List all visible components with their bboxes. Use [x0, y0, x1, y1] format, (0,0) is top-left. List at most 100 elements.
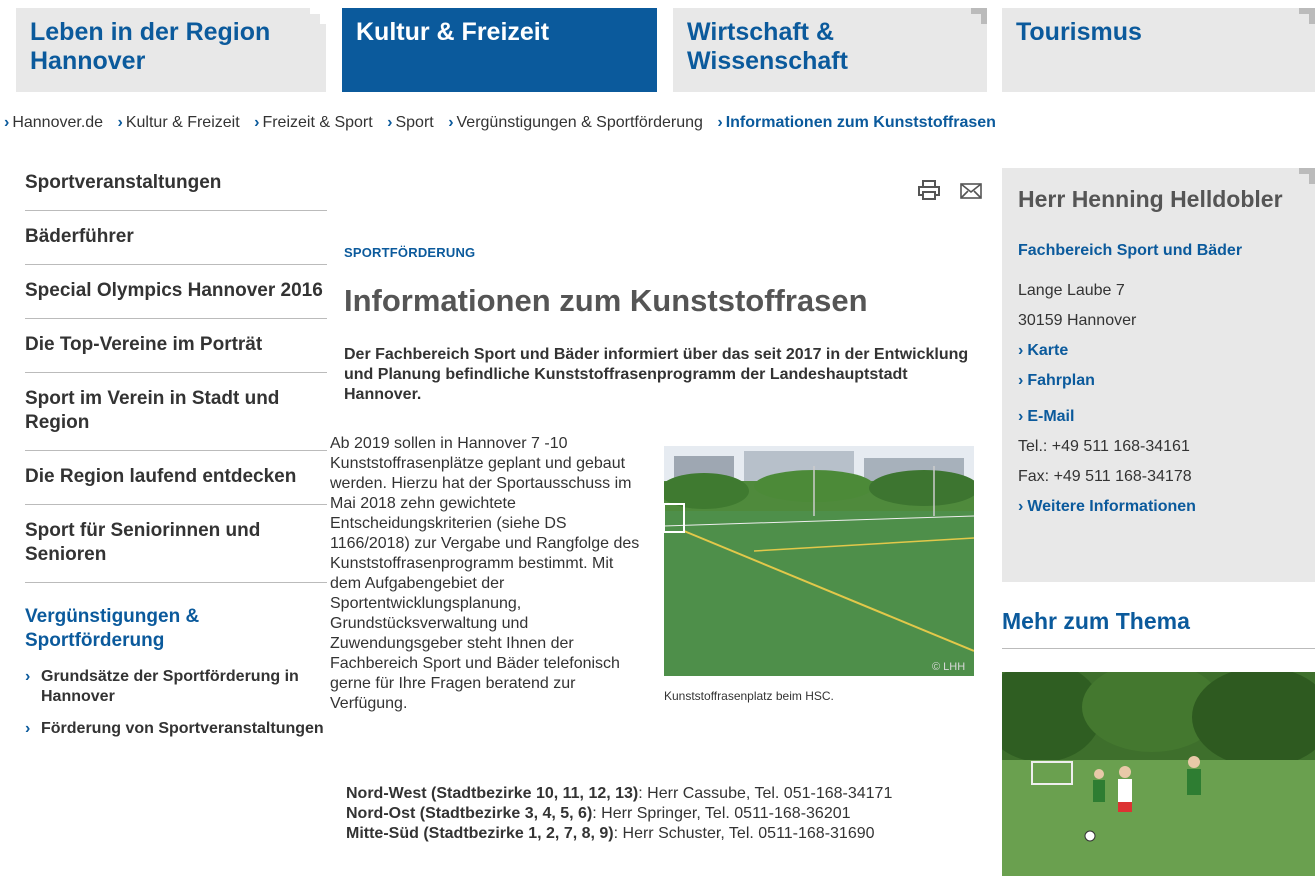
sidebar-item-baederfuehrer[interactable]: Bäderführer	[25, 211, 327, 265]
divider	[1002, 648, 1315, 649]
sidebar-item-label: Sportveranstaltungen	[25, 172, 222, 193]
chevron-right-icon: ›	[1018, 408, 1024, 425]
chevron-right-icon: ›	[448, 114, 454, 131]
contact-details: : Herr Schuster, Tel. 0511-168-31690	[613, 825, 875, 842]
sidebar-item-region-laufend[interactable]: Die Region laufend entdecken	[25, 451, 327, 505]
sidebar-item-label: Sport für Seniorinnen und Senioren	[25, 520, 261, 565]
chevron-right-icon: ›	[254, 114, 260, 131]
sidebar-item-sport-im-verein[interactable]: Sport im Verein in Stadt und Region	[25, 373, 327, 451]
topnav-label: Kultur & Freizeit	[356, 18, 550, 46]
contact-department[interactable]: Fachbereich Sport und Bäder	[1018, 242, 1299, 260]
chevron-right-icon: ›	[1018, 342, 1024, 359]
sidebar-item-special-olympics[interactable]: Special Olympics Hannover 2016	[25, 265, 327, 319]
contact-region: Nord-West (Stadtbezirke 10, 11, 12, 13)	[346, 785, 639, 802]
sidebar-item-senioren[interactable]: Sport für Seniorinnen und Senioren	[25, 505, 327, 583]
topnav-label: Hannover	[30, 47, 146, 75]
map-link[interactable]: › Karte	[1018, 336, 1299, 366]
chevron-right-icon: ›	[1018, 498, 1024, 515]
football-teaser-photo[interactable]	[1002, 672, 1315, 876]
breadcrumb-item[interactable]: › Hannover.de	[4, 114, 103, 132]
contact-region: Mitte-Süd (Stadtbezirke 1, 2, 7, 8, 9)	[346, 825, 614, 842]
topnav-kultur-freizeit[interactable]: Kultur & Freizeit	[342, 8, 657, 92]
contact-details: : Herr Cassube, Tel. 051-168-34171	[638, 785, 893, 802]
topnav-wirtschaft-wissenschaft[interactable]: Wirtschaft & Wissenschaft	[673, 8, 987, 92]
sidebar-item-label: Bäderführer	[25, 226, 134, 247]
contact-city: 30159 Hannover	[1018, 312, 1137, 329]
chevron-right-icon: ›	[1018, 372, 1024, 389]
topnav-leben-in-der-region[interactable]: Leben in der Region Hannover	[16, 8, 326, 92]
contact-line: Mitte-Süd (Stadtbezirke 1, 2, 7, 8, 9): …	[346, 824, 986, 844]
contact-street: Lange Laube 7	[1018, 282, 1125, 299]
sidebar-item-top-vereine[interactable]: Die Top-Vereine im Porträt	[25, 319, 327, 373]
email-link[interactable]: › E-Mail	[1018, 402, 1299, 432]
topnav-tourismus[interactable]: Tourismus	[1002, 8, 1315, 92]
sidebar-item-label: Sport im Verein in Stadt und Region	[25, 388, 280, 433]
link-label: Fahrplan	[1027, 372, 1095, 389]
sports-field-photo[interactable]: © LHH	[664, 446, 974, 676]
chevron-right-icon: ›	[25, 668, 31, 685]
breadcrumb-item[interactable]: › Kultur & Freizeit	[118, 114, 240, 132]
contact-name: Herr Henning Helldobler	[1018, 186, 1283, 212]
article-kicker: SPORTFÖRDERUNG	[344, 245, 476, 260]
corner-decoration	[1299, 8, 1315, 24]
article-figure: © LHH Kunststoffrasenplatz beim HSC.	[664, 446, 974, 706]
more-info-link[interactable]: › Weitere Informationen	[1018, 492, 1299, 522]
breadcrumb-item[interactable]: › Sport	[387, 114, 434, 132]
contact-phone: Tel.: +49 511 168-34161	[1018, 438, 1190, 455]
mail-icon[interactable]	[960, 183, 982, 205]
breadcrumb-item[interactable]: › Vergünstigungen & Sportförderung	[448, 114, 703, 132]
photo-credit: © LHH	[932, 661, 965, 673]
breadcrumb-label: Informationen zum Kunststoffrasen	[725, 114, 996, 131]
contact-details: : Herr Springer, Tel. 0511-168-36201	[592, 805, 851, 822]
article-body-text: Ab 2019 sollen in Hannover 7 -10 Kunstst…	[330, 435, 640, 712]
contact-address: Lange Laube 7 30159 Hannover	[1018, 276, 1299, 336]
contact-fax: Fax: +49 511 168-34178	[1018, 468, 1192, 485]
page-tools	[904, 180, 982, 206]
sidebar-item-sportveranstaltungen[interactable]: Sportveranstaltungen	[25, 156, 327, 211]
sidebar-item-verguenstigungen[interactable]: Vergünstigungen & Sportförderung	[25, 583, 327, 653]
breadcrumb: › Hannover.de › Kultur & Freizeit › Freizei…	[4, 114, 1304, 132]
article-lead: Der Fachbereich Sport und Bäder informie…	[344, 346, 969, 403]
contact-line: Nord-Ost (Stadtbezirke 3, 4, 5, 6): Herr…	[346, 804, 986, 824]
breadcrumb-label: Hannover.de	[12, 114, 104, 131]
corner-decoration	[310, 8, 326, 24]
topnav-label: Wirtschaft &	[687, 18, 835, 46]
contact-region: Nord-Ost (Stadtbezirke 3, 4, 5, 6)	[346, 805, 593, 822]
corner-decoration	[971, 8, 987, 24]
sidebar-item-label: Die Region laufend entdecken	[25, 466, 297, 487]
chevron-right-icon: ›	[387, 114, 393, 131]
link-label: E-Mail	[1027, 408, 1075, 425]
contact-line: Nord-West (Stadtbezirke 10, 11, 12, 13):…	[346, 784, 986, 804]
chevron-right-icon: ›	[717, 114, 723, 131]
subnav-label: Grundsätze der Sportförderung in Hannove…	[41, 668, 299, 705]
subnav-item-foerderung[interactable]: › Förderung von Sportveranstaltungen	[25, 719, 327, 739]
breadcrumb-item[interactable]: › Freizeit & Sport	[254, 114, 373, 132]
subnav-item-grundsaetze[interactable]: › Grundsätze der Sportförderung in Hannov…	[25, 667, 327, 707]
top-navigation: Leben in der Region Hannover Kultur & Fr…	[16, 8, 1315, 92]
sidebar-navigation: Sportveranstaltungen Bäderführer Special…	[25, 156, 327, 751]
subnav-label: Förderung von Sportveranstaltungen	[41, 720, 324, 737]
figure-caption: Kunststoffrasenplatz beim HSC.	[664, 689, 834, 703]
contact-box: Herr Henning Helldobler Fachbereich Spor…	[1002, 168, 1315, 582]
corner-decoration	[1299, 168, 1315, 184]
sidebar-item-label: Special Olympics Hannover 2016	[25, 280, 323, 301]
breadcrumb-label: Sport	[395, 114, 434, 131]
more-topic-heading: Mehr zum Thema	[1002, 608, 1190, 634]
chevron-right-icon: ›	[117, 114, 123, 131]
sidebar-item-label: Die Top-Vereine im Porträt	[25, 334, 263, 355]
link-label: Weitere Informationen	[1027, 498, 1196, 515]
chevron-right-icon: ›	[25, 720, 31, 737]
print-icon[interactable]	[918, 180, 946, 205]
topnav-label: Tourismus	[1016, 18, 1142, 46]
breadcrumb-current[interactable]: › Informationen zum Kunststoffrasen	[717, 114, 996, 132]
chevron-right-icon: ›	[4, 114, 10, 131]
article-body: © LHH Kunststoffrasenplatz beim HSC. Ab …	[330, 434, 978, 714]
breadcrumb-label: Freizeit & Sport	[262, 114, 373, 131]
sidebar-subnav: › Grundsätze der Sportförderung in Hannov…	[25, 667, 327, 739]
timetable-link[interactable]: › Fahrplan	[1018, 366, 1299, 396]
link-label: Karte	[1027, 342, 1069, 359]
breadcrumb-label: Kultur & Freizeit	[125, 114, 240, 131]
sidebar-active-label: Vergünstigungen & Sportförderung	[25, 606, 200, 651]
breadcrumb-label: Vergünstigungen & Sportförderung	[456, 114, 703, 131]
page-title: Informationen zum Kunststoffrasen	[344, 283, 868, 318]
